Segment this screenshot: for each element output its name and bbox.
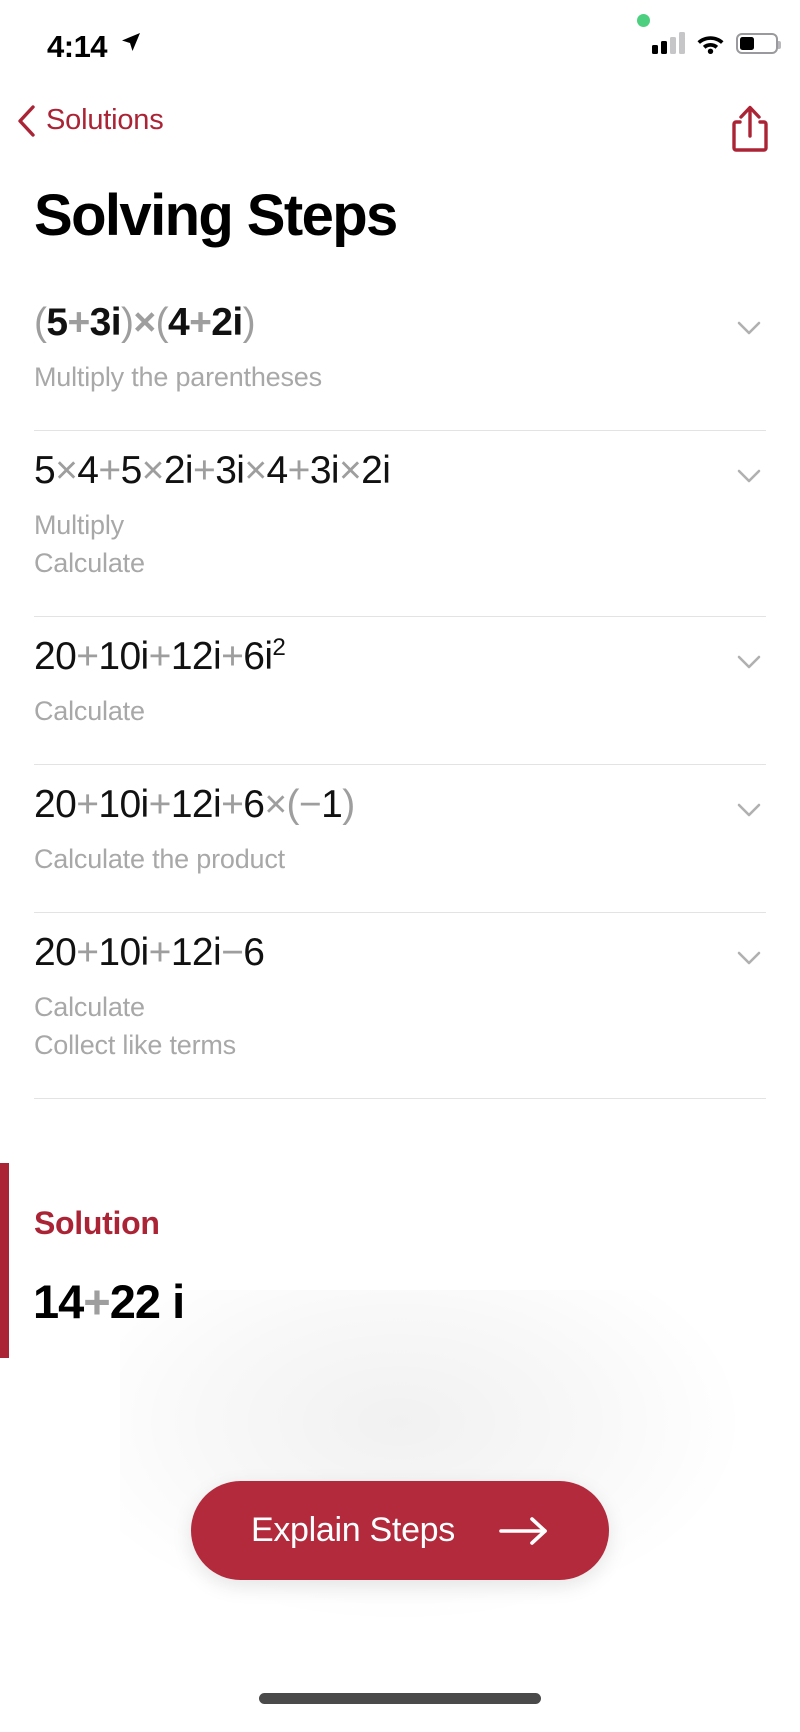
- step-hints: Multiply Calculate: [34, 507, 766, 582]
- step-hint: Calculate: [34, 695, 145, 726]
- chevron-left-icon: [18, 104, 35, 137]
- app-screen: 4:14 Solutions Solving Steps (5+3i)×(4+2…: [0, 0, 800, 1732]
- step-expression: 20+10i+12i−6: [34, 931, 265, 975]
- share-icon: [732, 105, 768, 152]
- solving-step[interactable]: 20+10i+12i−6 Calculate Collect like terms: [0, 913, 800, 1064]
- step-hint: Collect like terms: [34, 1029, 236, 1060]
- step-hints: Calculate: [34, 693, 766, 730]
- chevron-down-icon[interactable]: [732, 459, 766, 493]
- step-hints: Calculate the product: [34, 841, 766, 878]
- step-hint: Multiply the parentheses: [34, 362, 322, 392]
- step-row: 20+10i+12i+6×(−1): [34, 765, 766, 827]
- share-button[interactable]: [728, 104, 772, 152]
- step-expression: 20+10i+12i+6×(−1): [34, 783, 355, 826]
- chevron-down-icon[interactable]: [732, 941, 766, 975]
- explain-steps-label: Explain Steps: [250, 1511, 455, 1549]
- step-hint: Calculate the product: [34, 844, 285, 874]
- step-expression: (5+3i)×(4+2i): [34, 301, 256, 344]
- status-bar-indicators: [652, 32, 781, 54]
- solving-step[interactable]: 20+10i+12i+6×(−1) Calculate the product: [0, 765, 800, 878]
- step-row: 20+10i+12i−6: [34, 913, 766, 975]
- step-row: 5×4+5×2i+3i×4+3i×2i: [34, 431, 766, 493]
- solution-value: 14+22 i: [33, 1275, 185, 1328]
- location-arrow-icon: [122, 33, 140, 51]
- step-hint: Multiply: [34, 510, 124, 541]
- step-hints: Multiply the parentheses: [34, 359, 766, 396]
- home-indicator[interactable]: [259, 1693, 541, 1704]
- explain-steps-button[interactable]: Explain Steps: [191, 1481, 609, 1580]
- back-button-label: Solutions: [46, 104, 164, 136]
- chevron-down-icon[interactable]: [732, 311, 766, 345]
- step-row: (5+3i)×(4+2i): [34, 283, 766, 345]
- chevron-down-icon[interactable]: [732, 793, 766, 827]
- green-recording-dot: [637, 14, 650, 27]
- solving-steps-list: (5+3i)×(4+2i) Multiply the parentheses 5×4…: [0, 283, 800, 1099]
- status-bar: 4:14: [0, 0, 800, 88]
- arrow-right-icon: [499, 1516, 547, 1545]
- solution-accent-bar: [0, 1163, 9, 1358]
- solving-step[interactable]: (5+3i)×(4+2i) Multiply the parentheses: [0, 283, 800, 396]
- chevron-down-icon[interactable]: [732, 645, 766, 679]
- step-hint: Calculate: [34, 547, 145, 578]
- solution-label: Solution: [34, 1205, 160, 1241]
- page-title: Solving Steps: [34, 183, 398, 248]
- step-expression: 5×4+5×2i+3i×4+3i×2i: [34, 449, 391, 493]
- solution-block: Solution 14+22 i: [0, 1160, 800, 1358]
- cellular-signal-icon: [652, 32, 685, 54]
- battery-icon: [736, 33, 781, 54]
- step-expression: 20+10i+12i+6i2: [34, 633, 286, 678]
- solving-step[interactable]: 5×4+5×2i+3i×4+3i×2i Multiply Calculate: [0, 431, 800, 582]
- back-button[interactable]: Solutions: [16, 104, 164, 137]
- wifi-icon: [697, 36, 724, 54]
- navigation-bar: Solutions: [0, 100, 800, 164]
- step-hints: Calculate Collect like terms: [34, 989, 766, 1064]
- step-row: 20+10i+12i+6i2: [34, 617, 766, 679]
- solving-step[interactable]: 20+10i+12i+6i2 Calculate: [0, 617, 800, 730]
- step-divider: [34, 1097, 766, 1099]
- step-hint: Calculate: [34, 992, 145, 1023]
- status-bar-time: 4:14: [47, 29, 108, 64]
